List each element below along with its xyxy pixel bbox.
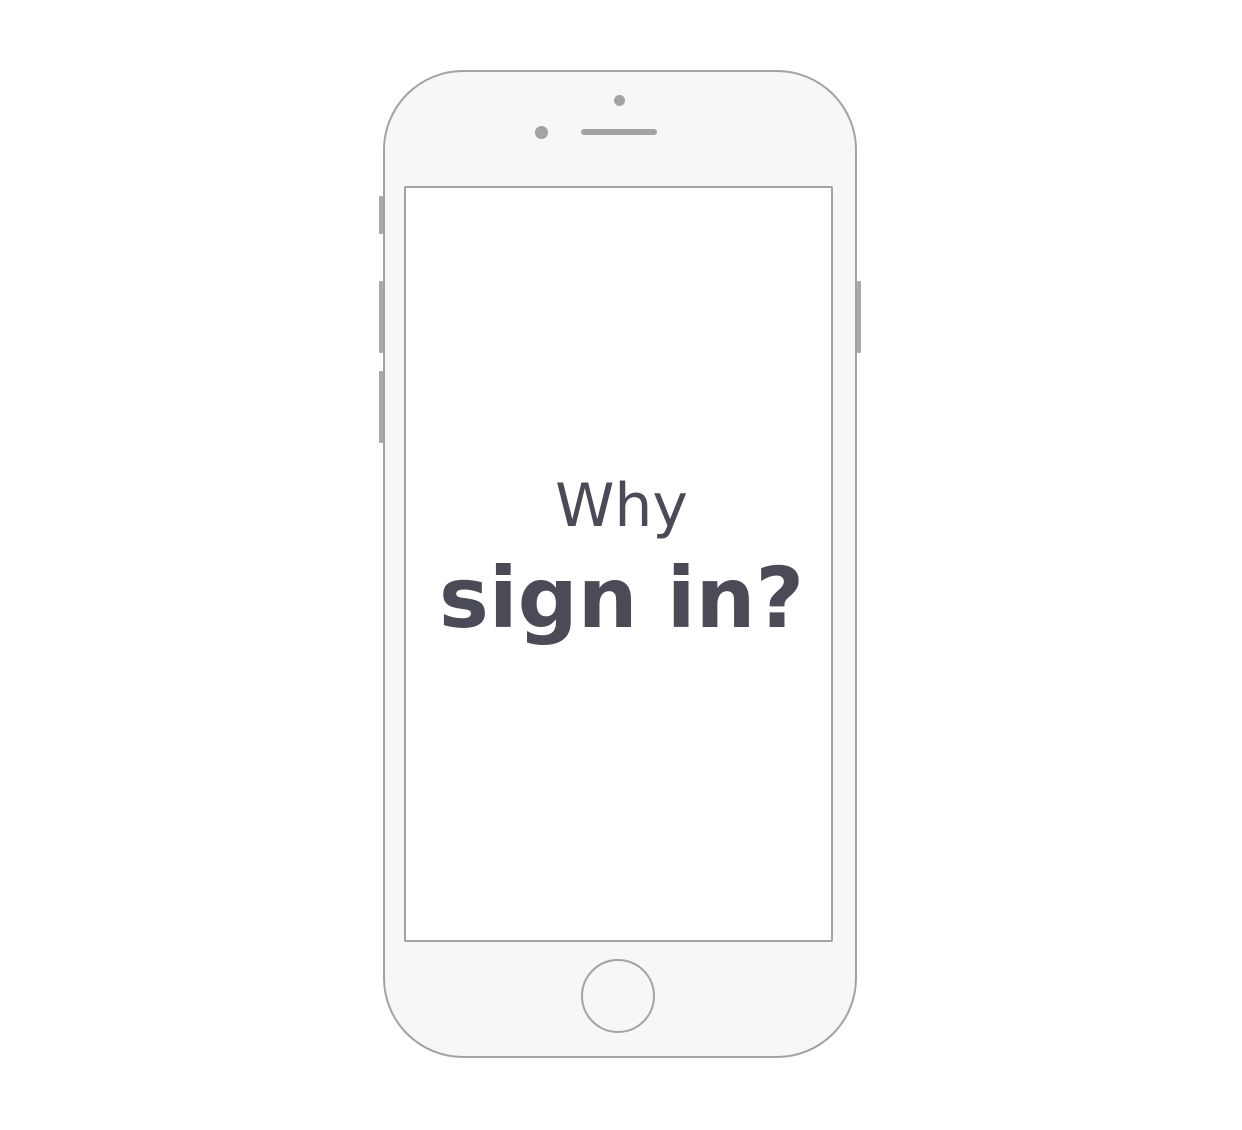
speaker-grille-icon (581, 129, 657, 135)
headline-sign-in: sign in? (438, 549, 805, 647)
headline-why: Why (555, 471, 688, 541)
power-button (857, 281, 861, 353)
front-camera-icon (535, 126, 548, 139)
home-button-icon (581, 959, 655, 1033)
proximity-sensor-icon (614, 95, 625, 106)
